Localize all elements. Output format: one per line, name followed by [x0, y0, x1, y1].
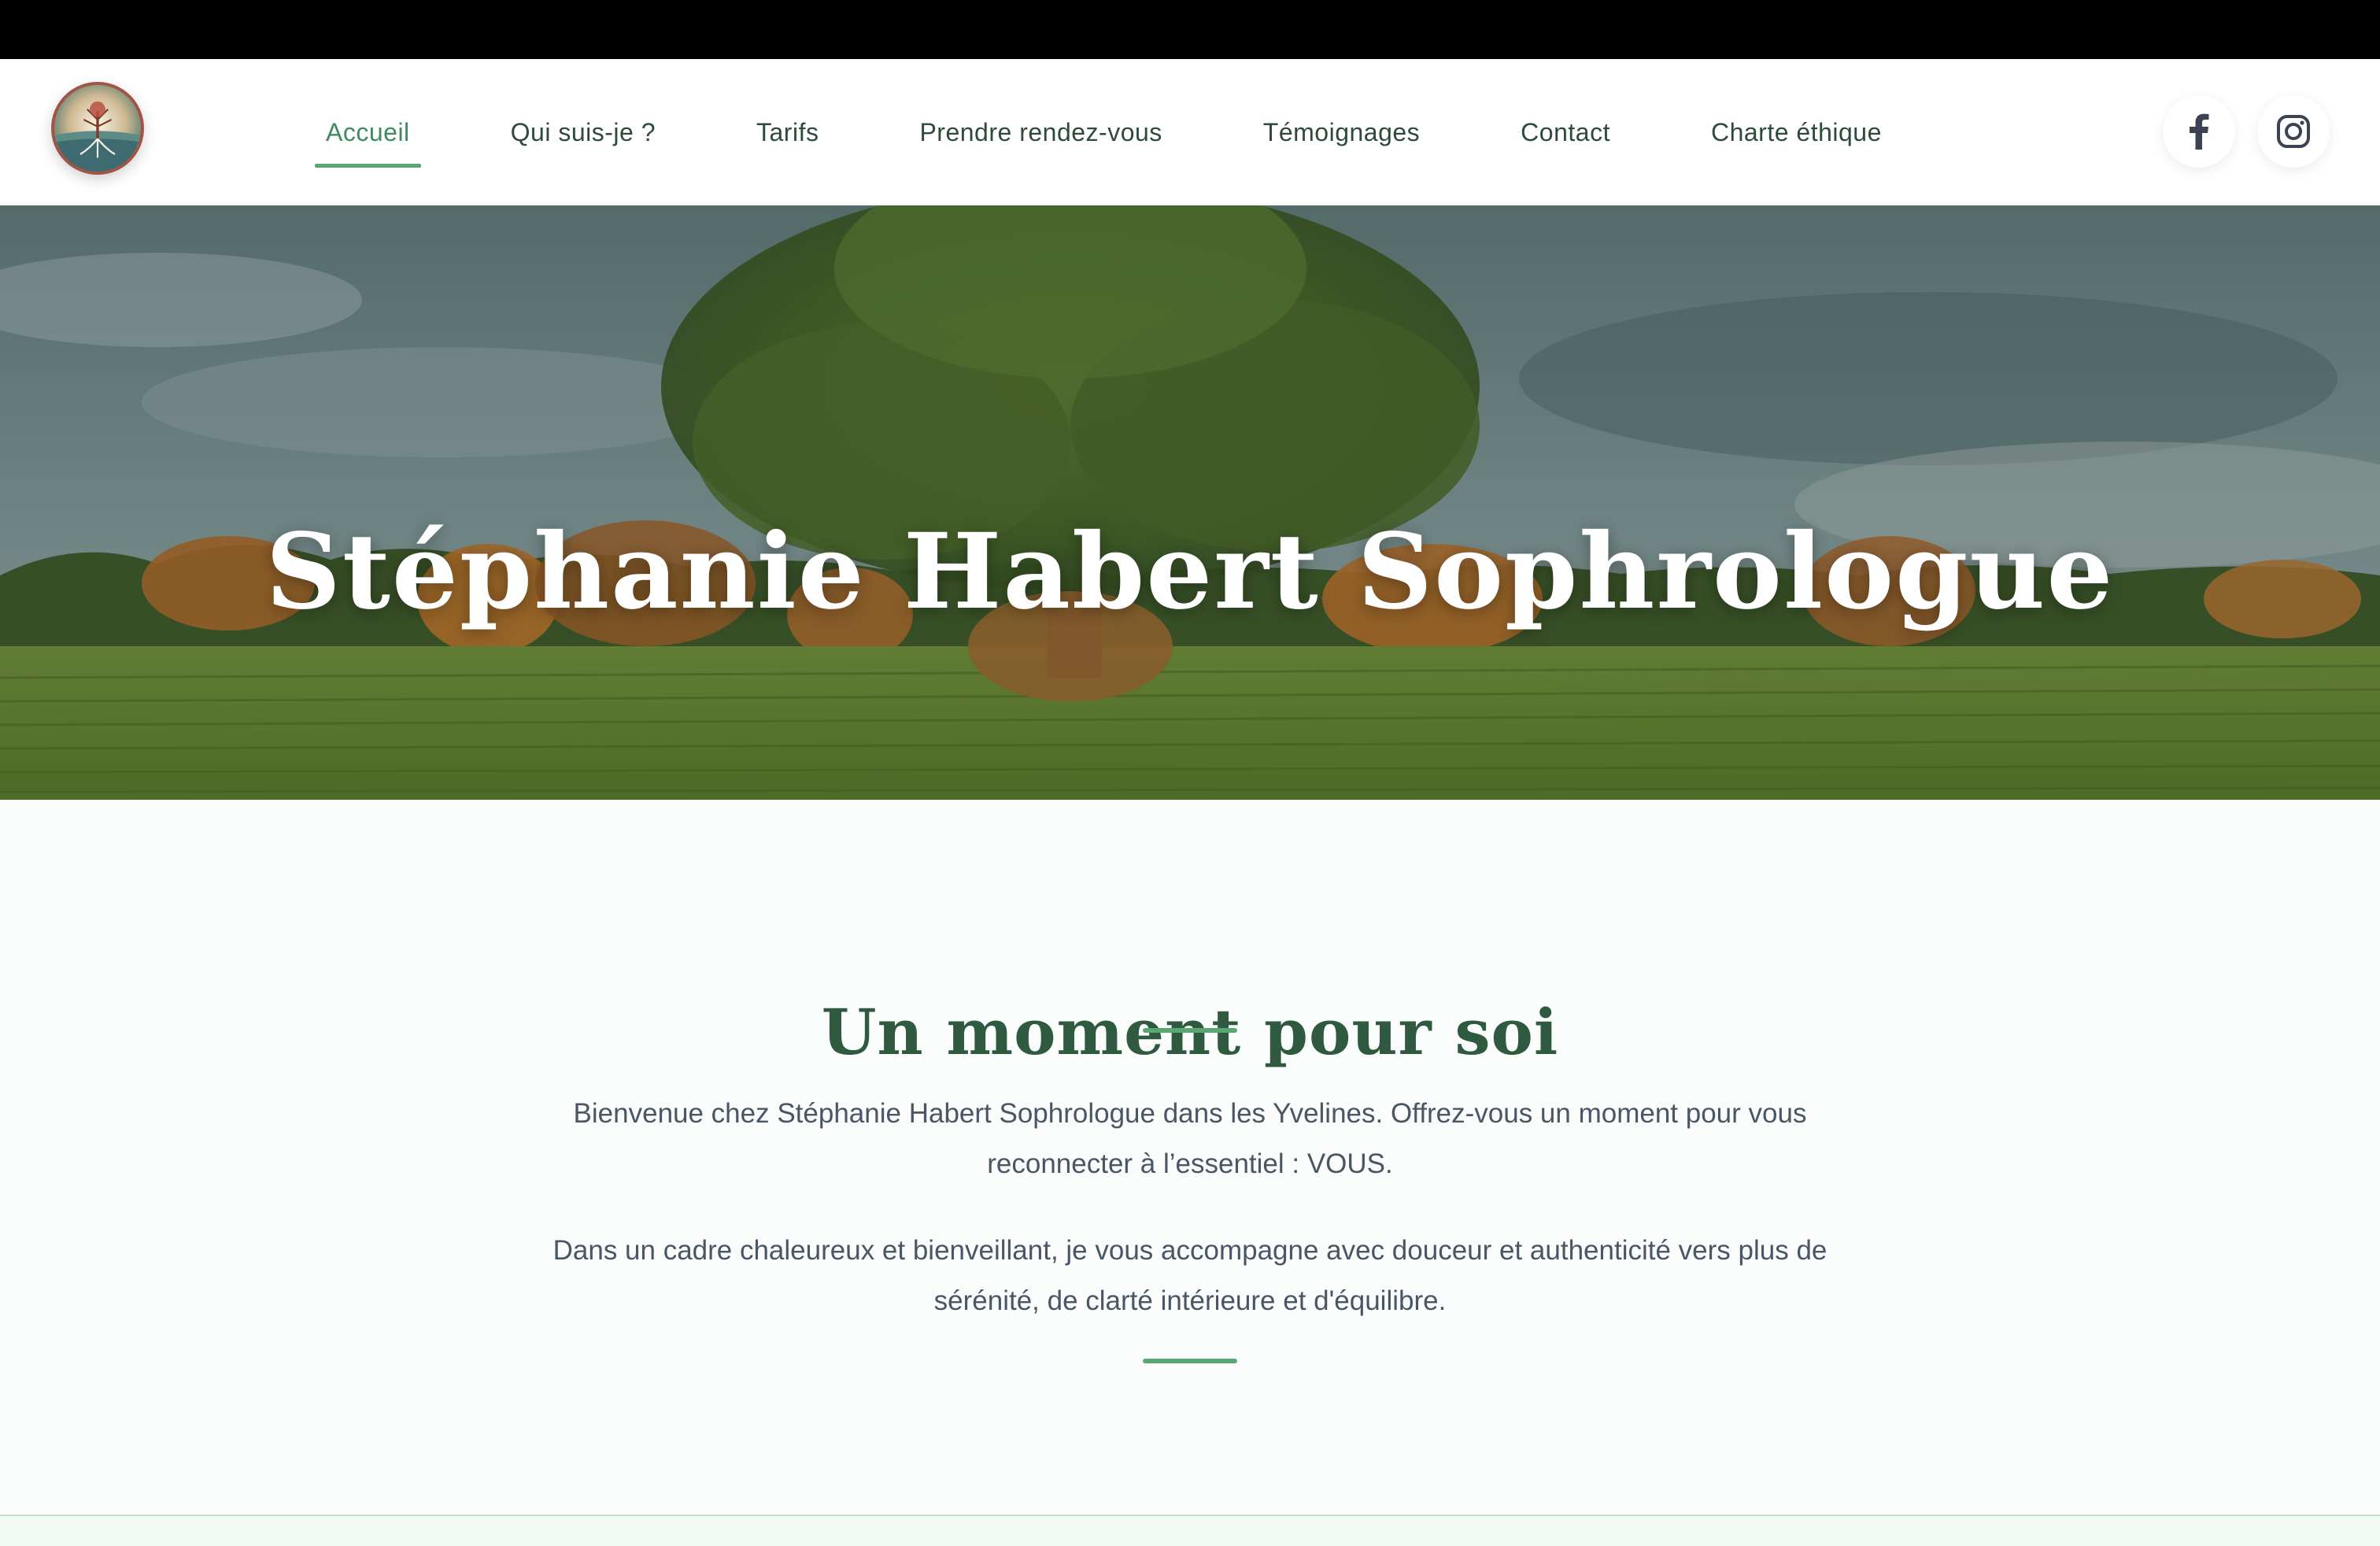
instagram-button[interactable] [2257, 95, 2330, 168]
nav-link-tarifs[interactable]: Tarifs [745, 118, 830, 147]
nav-link-temoignages[interactable]: Témoignages [1252, 118, 1431, 147]
main-nav: Accueil Qui suis-je ? Tarifs Prendre ren… [315, 59, 1893, 205]
nav-link-accueil[interactable]: Accueil [315, 118, 421, 168]
nav-link-prendre-rendez-vous[interactable]: Prendre rendez-vous [908, 118, 1173, 147]
section-divider [1143, 1359, 1237, 1363]
site-logo[interactable] [51, 82, 144, 175]
hero-landscape-image [0, 205, 2380, 800]
title-underline [1143, 1028, 1237, 1033]
intro-paragraph-2: Dans un cadre chaleureux et bienveillant… [552, 1235, 1828, 1316]
nav-link-contact[interactable]: Contact [1510, 118, 1621, 147]
intro-section: Un moment pour soi Bienvenue chez Stépha… [0, 800, 2380, 1516]
hero-title: Stéphanie Habert Sophrologue [265, 511, 2115, 634]
tree-logo-icon [54, 85, 141, 172]
next-section-edge [0, 1515, 2380, 1546]
hero-banner: Stéphanie Habert Sophrologue [0, 205, 2380, 800]
intro-paragraph-1: Bienvenue chez Stéphanie Habert Sophrolo… [573, 1098, 1807, 1179]
facebook-button[interactable] [2163, 95, 2235, 168]
nav-link-qui-suis-je[interactable]: Qui suis-je ? [500, 118, 667, 147]
instagram-icon [2277, 115, 2310, 148]
facebook-icon [2190, 113, 2209, 150]
nav-link-charte-ethique[interactable]: Charte éthique [1700, 118, 1893, 147]
browser-top-strip [0, 0, 2380, 59]
site-header: Accueil Qui suis-je ? Tarifs Prendre ren… [0, 59, 2380, 205]
